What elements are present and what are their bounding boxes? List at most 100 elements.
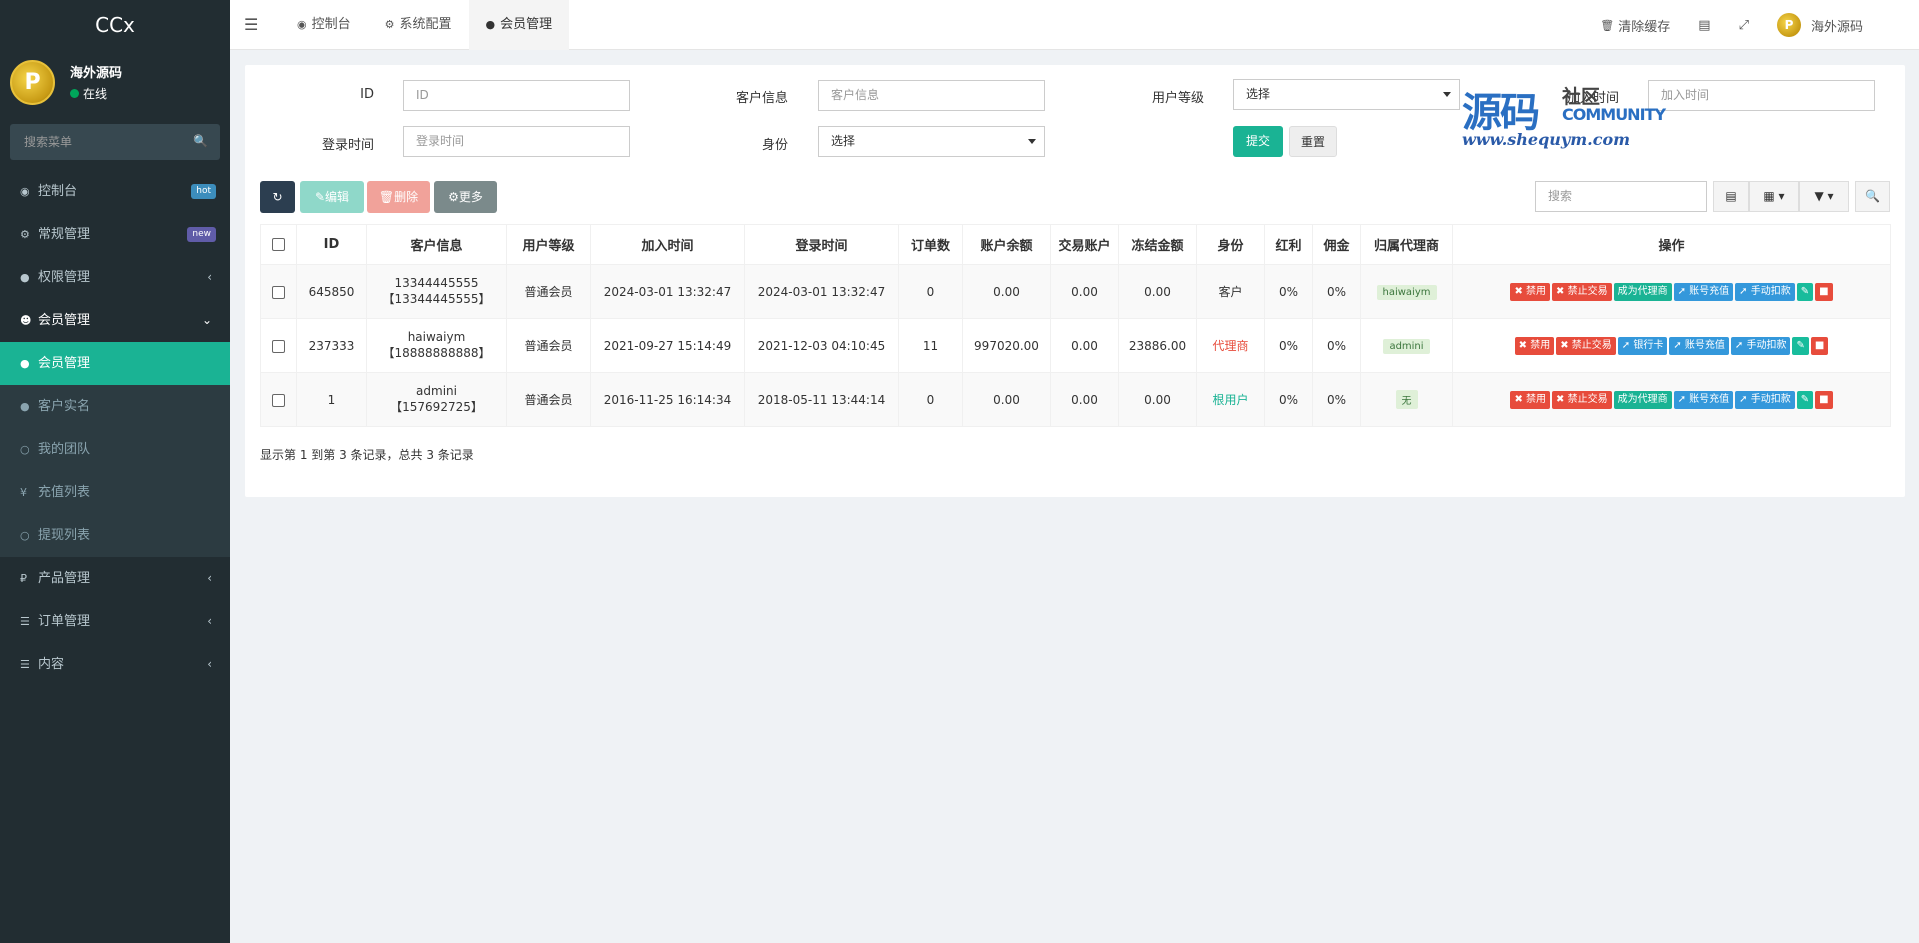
edit-label: 编辑 xyxy=(325,190,350,204)
refresh-button[interactable]: ↻ xyxy=(260,181,295,213)
tab-system-config[interactable]: ⚙ 系统配置 xyxy=(368,0,469,50)
cell-level: 普通会员 xyxy=(506,318,591,373)
sidebar-item-team[interactable]: ○ 我的团队 xyxy=(0,428,230,471)
sidebar-item-label: 产品管理 xyxy=(38,571,91,586)
search-icon[interactable]: 🔍 xyxy=(193,134,208,148)
customer-line2: 【18888888888】 xyxy=(382,346,491,360)
col-id[interactable]: ID xyxy=(296,224,367,265)
sidebar-item-member[interactable]: ☻ 会员管理 ⌄ xyxy=(0,299,230,342)
deduct-button[interactable]: ➚ 手动扣款 xyxy=(1730,336,1791,355)
table-search-input[interactable]: 搜索 xyxy=(1535,181,1707,212)
deduct-button[interactable]: ➚ 手动扣款 xyxy=(1735,282,1795,301)
sidebar: CCx P 海外源码 在线 🔍 ◉ 控制台 hot ⚙ 常规管理 new ● 权限管理 ‹ … xyxy=(0,0,230,943)
ban-trade-button[interactable]: ✖ 禁止交易 xyxy=(1556,336,1616,355)
pencil-icon: ✎ xyxy=(1800,393,1810,405)
row-checkbox[interactable] xyxy=(272,393,285,407)
sidebar-item-dashboard[interactable]: ◉ 控制台 hot xyxy=(0,170,230,213)
reset-button[interactable]: 重置 xyxy=(1289,126,1337,157)
table-header-row: ID 客户信息 用户等级 加入时间 登录时间 订单数 账户余额 交易账户 冻结金… xyxy=(260,224,1891,265)
sidebar-item-order[interactable]: ☰ 订单管理 ‹ xyxy=(0,600,230,643)
identity-select[interactable]: 选择 xyxy=(818,126,1045,157)
select-all-checkbox[interactable] xyxy=(272,238,285,251)
sidebar-item-realname[interactable]: ● 客户实名 xyxy=(0,385,230,428)
bank-card-button[interactable]: ➚ 银行卡 xyxy=(1617,336,1668,355)
row-checkbox[interactable] xyxy=(272,339,285,353)
sidebar-item-withdraw[interactable]: ○ 提现列表 xyxy=(0,514,230,557)
recharge-button[interactable]: ➚ 账号充值 xyxy=(1669,336,1729,355)
translate-button[interactable]: ▤ xyxy=(1684,18,1724,33)
agent-label[interactable]: haiwaiym xyxy=(1376,284,1437,300)
col-balance[interactable]: 账户余额 xyxy=(962,224,1051,265)
delete-row-button[interactable]: ■ xyxy=(1815,282,1833,301)
sidebar-item-permission[interactable]: ● 权限管理 ‹ xyxy=(0,256,230,299)
deduct-button[interactable]: ➚ 手动扣款 xyxy=(1735,390,1795,409)
tab-member-manage[interactable]: ● 会员管理 xyxy=(468,0,570,50)
delete-row-button[interactable]: ■ xyxy=(1810,336,1829,355)
app-logo[interactable]: CCx xyxy=(0,0,230,50)
edit-row-button[interactable]: ✎ xyxy=(1796,282,1814,301)
nav-tabs: ◉ 控制台 ⚙ 系统配置 ● 会员管理 xyxy=(280,0,570,50)
menu-toggle-icon[interactable]: ☰ xyxy=(244,15,258,34)
export-button[interactable]: ▼ ▾ xyxy=(1799,181,1849,212)
sidebar-item-product[interactable]: ₽ 产品管理 ‹ xyxy=(0,557,230,600)
table-icon: ▤ xyxy=(1725,189,1737,203)
action-label: 禁用 xyxy=(1530,339,1551,351)
row-select-cell[interactable] xyxy=(260,318,297,373)
edit-row-button[interactable]: ✎ xyxy=(1796,390,1814,409)
sidebar-item-content[interactable]: ☰ 内容 ‹ xyxy=(0,643,230,686)
sidebar-search-input[interactable] xyxy=(10,124,220,160)
row-checkbox[interactable] xyxy=(272,285,285,299)
row-select-cell[interactable] xyxy=(260,372,297,427)
agent-label[interactable]: 无 xyxy=(1395,390,1418,409)
recharge-button[interactable]: ➚ 账号充值 xyxy=(1673,390,1734,409)
become-agent-button[interactable]: 成为代理商 xyxy=(1613,390,1672,409)
action-label: 账号充值 xyxy=(1684,339,1725,351)
columns-button[interactable]: ▦ ▾ xyxy=(1749,181,1799,212)
circle-icon: ○ xyxy=(20,529,30,542)
sidebar-item-general[interactable]: ⚙ 常规管理 new xyxy=(0,213,230,256)
clear-cache-button[interactable]: 🗑 清除缓存 xyxy=(1586,16,1684,35)
watermark-small2: COMMUNITY xyxy=(1562,105,1666,124)
agent-label[interactable]: admini xyxy=(1383,338,1430,354)
ban-trade-button[interactable]: ✖ 禁止交易 xyxy=(1552,282,1612,301)
search-toggle-button[interactable]: 🔍 xyxy=(1855,181,1890,212)
customer-input[interactable]: 客户信息 xyxy=(818,80,1045,111)
select-all-cell[interactable] xyxy=(260,224,297,265)
level-select[interactable]: 选择 xyxy=(1233,79,1460,110)
submit-button[interactable]: 提交 xyxy=(1233,126,1283,157)
trash-icon: ■ xyxy=(1814,339,1825,351)
edit-button[interactable]: ✎编辑 xyxy=(300,181,364,213)
become-agent-button[interactable]: 成为代理商 xyxy=(1613,282,1672,301)
sidebar-item-member-manage[interactable]: ● 会员管理 xyxy=(0,342,230,385)
login-time-input[interactable]: 登录时间 xyxy=(403,126,630,157)
disable-button[interactable]: ✖ 禁用 xyxy=(1514,336,1555,355)
sidebar-item-label: 客户实名 xyxy=(38,399,91,414)
customer-label: 客户信息 xyxy=(735,91,788,106)
ban-trade-button[interactable]: ✖ 禁止交易 xyxy=(1552,390,1612,409)
cell-identity: 根用户 xyxy=(1196,372,1265,427)
sidebar-item-label: 订单管理 xyxy=(38,614,91,629)
cell-login-time: 2024-03-01 13:32:47 xyxy=(744,264,899,319)
col-join-time: 加入时间 xyxy=(590,224,745,265)
user-menu[interactable]: P 海外源码 xyxy=(1763,13,1919,37)
toggle-view-button[interactable]: ▤ xyxy=(1713,181,1749,212)
row-select-cell[interactable] xyxy=(260,264,297,319)
recharge-button[interactable]: ➚ 账号充值 xyxy=(1673,282,1734,301)
id-input[interactable]: ID xyxy=(403,80,630,111)
disable-button[interactable]: ✖ 禁用 xyxy=(1510,282,1551,301)
edit-row-button[interactable]: ✎ xyxy=(1792,336,1809,355)
col-level: 用户等级 xyxy=(506,224,591,265)
delete-button[interactable]: 🗑删除 xyxy=(367,181,430,213)
fullscreen-button[interactable]: ⤢ xyxy=(1725,18,1763,33)
customer-line1: 13344445555 xyxy=(394,276,479,290)
action-label: 手动扣款 xyxy=(1746,339,1787,351)
more-button[interactable]: ⚙更多 xyxy=(434,181,497,213)
customer-line2: 【13344445555】 xyxy=(382,292,491,306)
tab-dashboard[interactable]: ◉ 控制台 xyxy=(280,0,368,50)
disable-button[interactable]: ✖ 禁用 xyxy=(1510,390,1551,409)
chevron-left-icon: ‹ xyxy=(207,571,212,585)
join-time-input[interactable]: 加入时间 xyxy=(1648,80,1875,111)
sidebar-item-recharge[interactable]: ¥ 充值列表 xyxy=(0,471,230,514)
delete-row-button[interactable]: ■ xyxy=(1815,390,1833,409)
action-label: 手动扣款 xyxy=(1750,285,1791,297)
